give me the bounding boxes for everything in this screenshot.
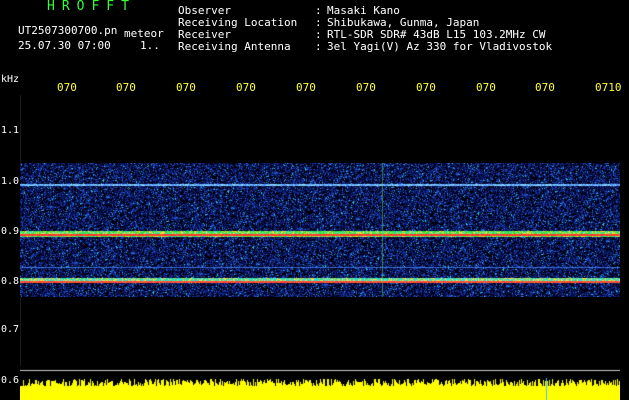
file-date: 25.07.30 07:00 [18,39,111,52]
antenna-value: 3el Yagi(V) Az 330 for Vladivostok [327,40,553,53]
time-tick: 070 [57,81,77,94]
freq-tick: 0.9 [1,226,20,237]
audio-level-strip [20,366,620,400]
time-tick: 070 [476,81,496,94]
freq-tick: 1.0 [1,176,20,187]
time-tick: 070 [416,81,436,94]
time-tick: 070 [535,81,555,94]
time-tick: 070 [236,81,256,94]
freq-unit-label: kHz [1,74,20,85]
antenna-colon: : [315,40,322,53]
app-logo: HROFFT [47,0,136,14]
file-name: UT2507300700.pn [18,24,118,37]
time-tick: 070 [176,81,196,94]
file-sub-label: 1.. [140,39,160,52]
freq-tick: 1.1 [1,125,20,136]
freq-tick: 0.8 [1,276,20,287]
time-tick: 070 [116,81,136,94]
hrofft-viewer: { "logo": "HROFFT", "file": { "name": "U… [0,0,629,400]
antenna-label: Receiving Antenna [178,40,291,53]
spectrogram-waterfall [20,163,620,297]
time-tick: 070 [296,81,316,94]
freq-tick: 0.6 [1,375,20,386]
time-tick: 0710 [595,81,622,94]
time-tick: 070 [356,81,376,94]
freq-tick: 0.7 [1,324,20,335]
